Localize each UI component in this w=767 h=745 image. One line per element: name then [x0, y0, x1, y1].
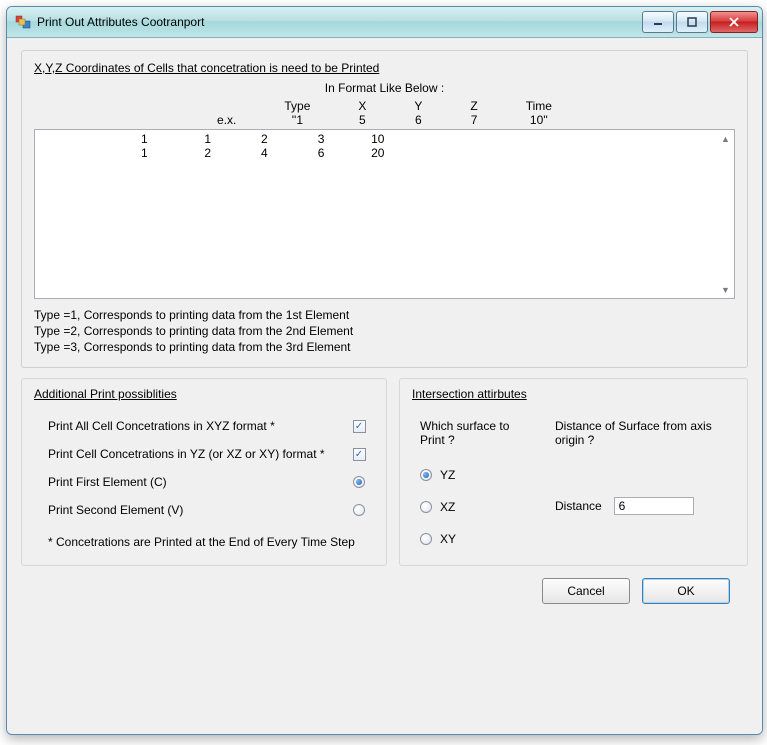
intersection-group-title: Intersection attirbutes	[412, 387, 735, 401]
opt-second-label: Print Second Element (V)	[34, 503, 344, 517]
example-x: 5	[334, 113, 390, 127]
radio-xz-label: XZ	[440, 500, 455, 514]
opt-first-label: Print First Element (C)	[34, 475, 344, 489]
format-label-row: In Format Like Below :	[34, 81, 735, 95]
scroll-up-icon[interactable]: ▲	[718, 131, 733, 146]
col-time: Time	[502, 99, 576, 113]
intersection-body: Which surface to Print ? YZ XZ XY	[412, 419, 735, 553]
dialog-window: Print Out Attributes Cootranport X,Y,Z C…	[6, 6, 763, 735]
distance-column: Distance of Surface from axis origin ? D…	[555, 419, 735, 553]
col-z: Z	[446, 99, 501, 113]
coords-group: X,Y,Z Coordinates of Cells that concetra…	[21, 50, 748, 368]
dialog-content: X,Y,Z Coordinates of Cells that concetra…	[7, 38, 762, 734]
opt-yz-row: Print Cell Concetrations in YZ (or XZ or…	[34, 447, 374, 461]
format-header-table: Type X Y Z Time e.x. ''1 5 6 7 10''	[193, 99, 576, 127]
example-time: 10''	[502, 113, 576, 127]
radio-xy-label: XY	[440, 532, 456, 546]
example-label: e.x.	[193, 113, 260, 127]
radio-first-element[interactable]	[353, 476, 365, 488]
radio-surface-yz[interactable]	[420, 469, 432, 481]
col-x: X	[334, 99, 390, 113]
additional-footnote: * Concetrations are Printed at the End o…	[34, 535, 374, 549]
dialog-buttons: Cancel OK	[21, 566, 748, 604]
opt-all-xyz-row: Print All Cell Concetrations in XYZ form…	[34, 419, 374, 433]
format-label: In Format Like Below :	[325, 81, 444, 95]
coords-textarea-content: 1 1 2 3 10 1 2 4 6 20	[41, 132, 716, 160]
intersection-group: Intersection attirbutes Which surface to…	[399, 378, 748, 566]
example-type: ''1	[260, 113, 334, 127]
radio-xy-row: XY	[420, 525, 535, 553]
minimize-button[interactable]	[642, 11, 674, 33]
radio-surface-xz[interactable]	[420, 501, 432, 513]
radio-surface-xy[interactable]	[420, 533, 432, 545]
example-z: 7	[446, 113, 501, 127]
distance-input[interactable]	[614, 497, 694, 515]
note-1: Type =1, Corresponds to printing data fr…	[34, 307, 735, 323]
opt-all-xyz-label: Print All Cell Concetrations in XYZ form…	[34, 419, 344, 433]
maximize-button[interactable]	[676, 11, 708, 33]
ok-button[interactable]: OK	[642, 578, 730, 604]
distance-question: Distance of Surface from axis origin ?	[555, 419, 735, 447]
distance-row: Distance	[555, 497, 735, 515]
note-3: Type =3, Corresponds to printing data fr…	[34, 339, 735, 355]
additional-group-title: Additional Print possiblities	[34, 387, 374, 401]
col-y: Y	[390, 99, 446, 113]
surface-column: Which surface to Print ? YZ XZ XY	[420, 419, 535, 553]
close-button[interactable]	[710, 11, 758, 33]
titlebar: Print Out Attributes Cootranport	[7, 7, 762, 38]
distance-label: Distance	[555, 499, 602, 513]
opt-yz-label: Print Cell Concetrations in YZ (or XZ or…	[34, 447, 344, 461]
window-controls	[640, 11, 758, 33]
surface-question: Which surface to Print ?	[420, 419, 535, 447]
scroll-down-icon[interactable]: ▼	[718, 282, 733, 297]
checkbox-yz[interactable]: ✓	[353, 448, 366, 461]
opt-first-row: Print First Element (C)	[34, 475, 374, 489]
note-2: Type =2, Corresponds to printing data fr…	[34, 323, 735, 339]
lower-groups: Additional Print possiblities Print All …	[21, 378, 748, 566]
type-notes: Type =1, Corresponds to printing data fr…	[34, 307, 735, 355]
radio-xz-row: XZ	[420, 493, 535, 521]
example-y: 6	[390, 113, 446, 127]
opt-second-row: Print Second Element (V)	[34, 503, 374, 517]
coords-group-title: X,Y,Z Coordinates of Cells that concetra…	[34, 61, 735, 75]
coords-textarea[interactable]: ▲ ▼ 1 1 2 3 10 1 2 4 6	[34, 129, 735, 299]
checkbox-all-xyz[interactable]: ✓	[353, 420, 366, 433]
window-title: Print Out Attributes Cootranport	[37, 15, 204, 29]
cancel-button[interactable]: Cancel	[542, 578, 630, 604]
radio-yz-row: YZ	[420, 461, 535, 489]
app-icon	[15, 14, 31, 30]
radio-second-element[interactable]	[353, 504, 365, 516]
col-type: Type	[260, 99, 334, 113]
radio-yz-label: YZ	[440, 468, 455, 482]
additional-group: Additional Print possiblities Print All …	[21, 378, 387, 566]
